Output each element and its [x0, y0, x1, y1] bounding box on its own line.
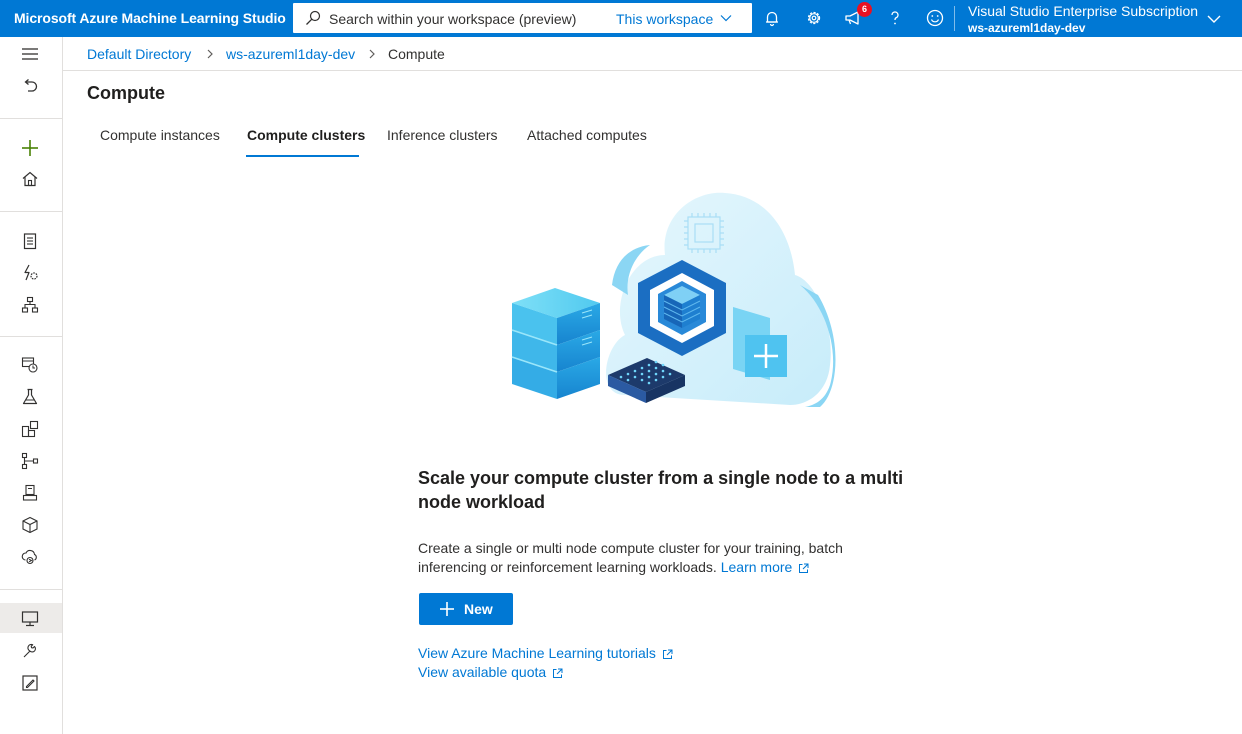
compute-cluster-illustration [511, 192, 836, 407]
nav-datastores[interactable] [0, 635, 62, 665]
breadcrumb-current: Compute [388, 46, 445, 62]
nav-designer[interactable] [0, 289, 62, 319]
nav-menu[interactable] [0, 39, 62, 69]
designer-icon [21, 296, 39, 313]
chevron-down-icon[interactable] [1206, 11, 1222, 27]
tab-compute-clusters[interactable]: Compute clusters [247, 127, 365, 143]
search-box[interactable]: Search within your workspace (preview) T… [293, 3, 752, 33]
plus-icon [440, 602, 454, 616]
search-scope-dropdown[interactable]: This workspace [616, 11, 713, 27]
nav-environments[interactable] [0, 509, 62, 539]
nav-divider [0, 118, 62, 119]
nav-create-new[interactable] [0, 132, 62, 162]
nav-back[interactable] [0, 71, 62, 101]
bell-icon[interactable] [762, 8, 782, 28]
left-nav [0, 37, 63, 734]
top-bar: Microsoft Azure Machine Learning Studio … [0, 0, 1242, 37]
new-compute-button[interactable]: New [419, 593, 513, 625]
nav-endpoints[interactable] [0, 477, 62, 507]
nav-experiments[interactable] [0, 381, 62, 411]
models-icon [21, 452, 39, 470]
plus-icon [22, 140, 38, 156]
tab-inference-clusters[interactable]: Inference clusters [387, 127, 498, 143]
quota-link-label: View available quota [418, 664, 547, 680]
nav-models[interactable] [0, 445, 62, 475]
new-button-label: New [464, 601, 493, 617]
nav-divider [0, 589, 62, 590]
search-icon [306, 10, 321, 25]
nav-datasets[interactable] [0, 349, 62, 379]
environments-icon [22, 516, 38, 534]
tutorials-link-label: View Azure Machine Learning tutorials [418, 645, 656, 661]
nav-compute[interactable] [0, 603, 62, 633]
data-labeling-icon [22, 675, 38, 691]
chevron-right-icon [207, 49, 213, 59]
endpoints-icon [22, 484, 38, 501]
home-icon [22, 171, 38, 187]
menu-icon [22, 48, 38, 60]
pipelines-icon [21, 420, 39, 438]
active-tab-indicator [246, 155, 359, 157]
external-link-icon [799, 563, 809, 573]
breadcrumb-directory[interactable]: Default Directory [87, 46, 191, 62]
learn-more-label: Learn more [720, 559, 793, 575]
breadcrumb-workspace[interactable]: ws-azureml1day-dev [226, 46, 355, 62]
gear-icon[interactable] [804, 8, 824, 28]
divider [954, 6, 955, 31]
nav-pipelines[interactable] [0, 413, 62, 443]
empty-state-headline: Scale your compute cluster from a single… [418, 468, 904, 512]
tutorials-link[interactable]: View Azure Machine Learning tutorials [418, 645, 673, 661]
notification-badge: 6 [857, 2, 872, 17]
tab-attached-computes[interactable]: Attached computes [527, 127, 647, 143]
nav-divider [0, 336, 62, 337]
experiments-icon [22, 388, 38, 405]
nav-divider [0, 211, 62, 212]
smiley-feedback-icon[interactable] [925, 8, 945, 28]
automl-icon [24, 264, 38, 281]
nav-automl[interactable] [0, 257, 62, 287]
nav-linked-services[interactable] [0, 541, 62, 571]
chevron-down-icon[interactable] [720, 12, 732, 24]
linked-services-icon [21, 549, 37, 565]
nav-notebooks[interactable] [0, 225, 62, 255]
learn-more-link[interactable]: Learn more [721, 559, 810, 575]
tab-compute-instances[interactable]: Compute instances [100, 127, 220, 143]
external-link-icon [553, 668, 563, 678]
datastores-icon [23, 643, 36, 658]
app-title[interactable]: Microsoft Azure Machine Learning Studio [14, 10, 286, 26]
subscription-name[interactable]: Visual Studio Enterprise Subscription [968, 3, 1198, 19]
datasets-icon [21, 357, 38, 373]
workspace-name[interactable]: ws-azureml1day-dev [968, 21, 1085, 35]
search-input[interactable]: Search within your workspace (preview) [329, 11, 576, 27]
quota-link[interactable]: View available quota [418, 664, 563, 680]
compute-icon [21, 611, 39, 627]
chevron-right-icon [369, 49, 375, 59]
back-icon [24, 79, 38, 92]
help-icon[interactable] [885, 8, 905, 28]
nav-home[interactable] [0, 164, 62, 194]
page-title: Compute [87, 83, 165, 103]
breadcrumb: Default Directory ws-azureml1day-dev Com… [63, 37, 1242, 71]
empty-state-description: Create a single or multi node compute cl… [418, 539, 888, 577]
notebook-icon [23, 233, 37, 250]
external-link-icon [662, 649, 673, 659]
nav-data-labeling[interactable] [0, 667, 62, 697]
